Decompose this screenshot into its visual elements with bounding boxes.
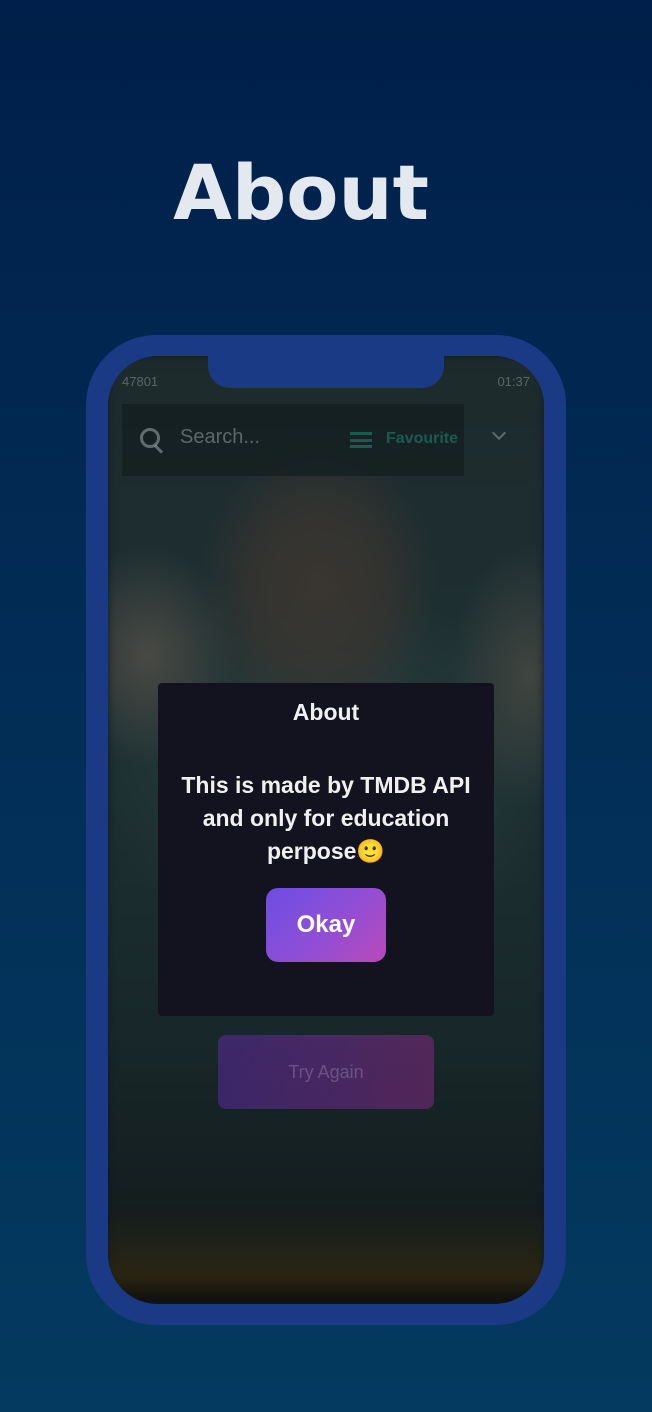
okay-button[interactable]: Okay bbox=[266, 888, 386, 962]
search-input[interactable]: Search... bbox=[180, 426, 260, 449]
status-time: 01:37 bbox=[497, 374, 530, 389]
page-title: About bbox=[173, 148, 429, 237]
status-left: 47801 bbox=[122, 374, 159, 389]
phone-mockup: 47801 01:37 Search... Favourite Try Agai… bbox=[86, 335, 566, 1325]
menu-icon bbox=[350, 432, 372, 448]
dialog-title: About bbox=[292, 699, 360, 725]
phone-screen: 47801 01:37 Search... Favourite Try Agai… bbox=[108, 356, 544, 1304]
search-bar[interactable]: Search... Favourite bbox=[122, 404, 464, 476]
try-again-button[interactable]: Try Again bbox=[218, 1035, 434, 1109]
about-dialog: About This is made by TMDB API and only … bbox=[158, 683, 494, 1016]
favourite-button[interactable]: Favourite bbox=[386, 430, 458, 448]
search-icon bbox=[140, 428, 160, 448]
dialog-message: This is made by TMDB API and only for ed… bbox=[181, 772, 471, 864]
phone-notch bbox=[208, 356, 444, 388]
